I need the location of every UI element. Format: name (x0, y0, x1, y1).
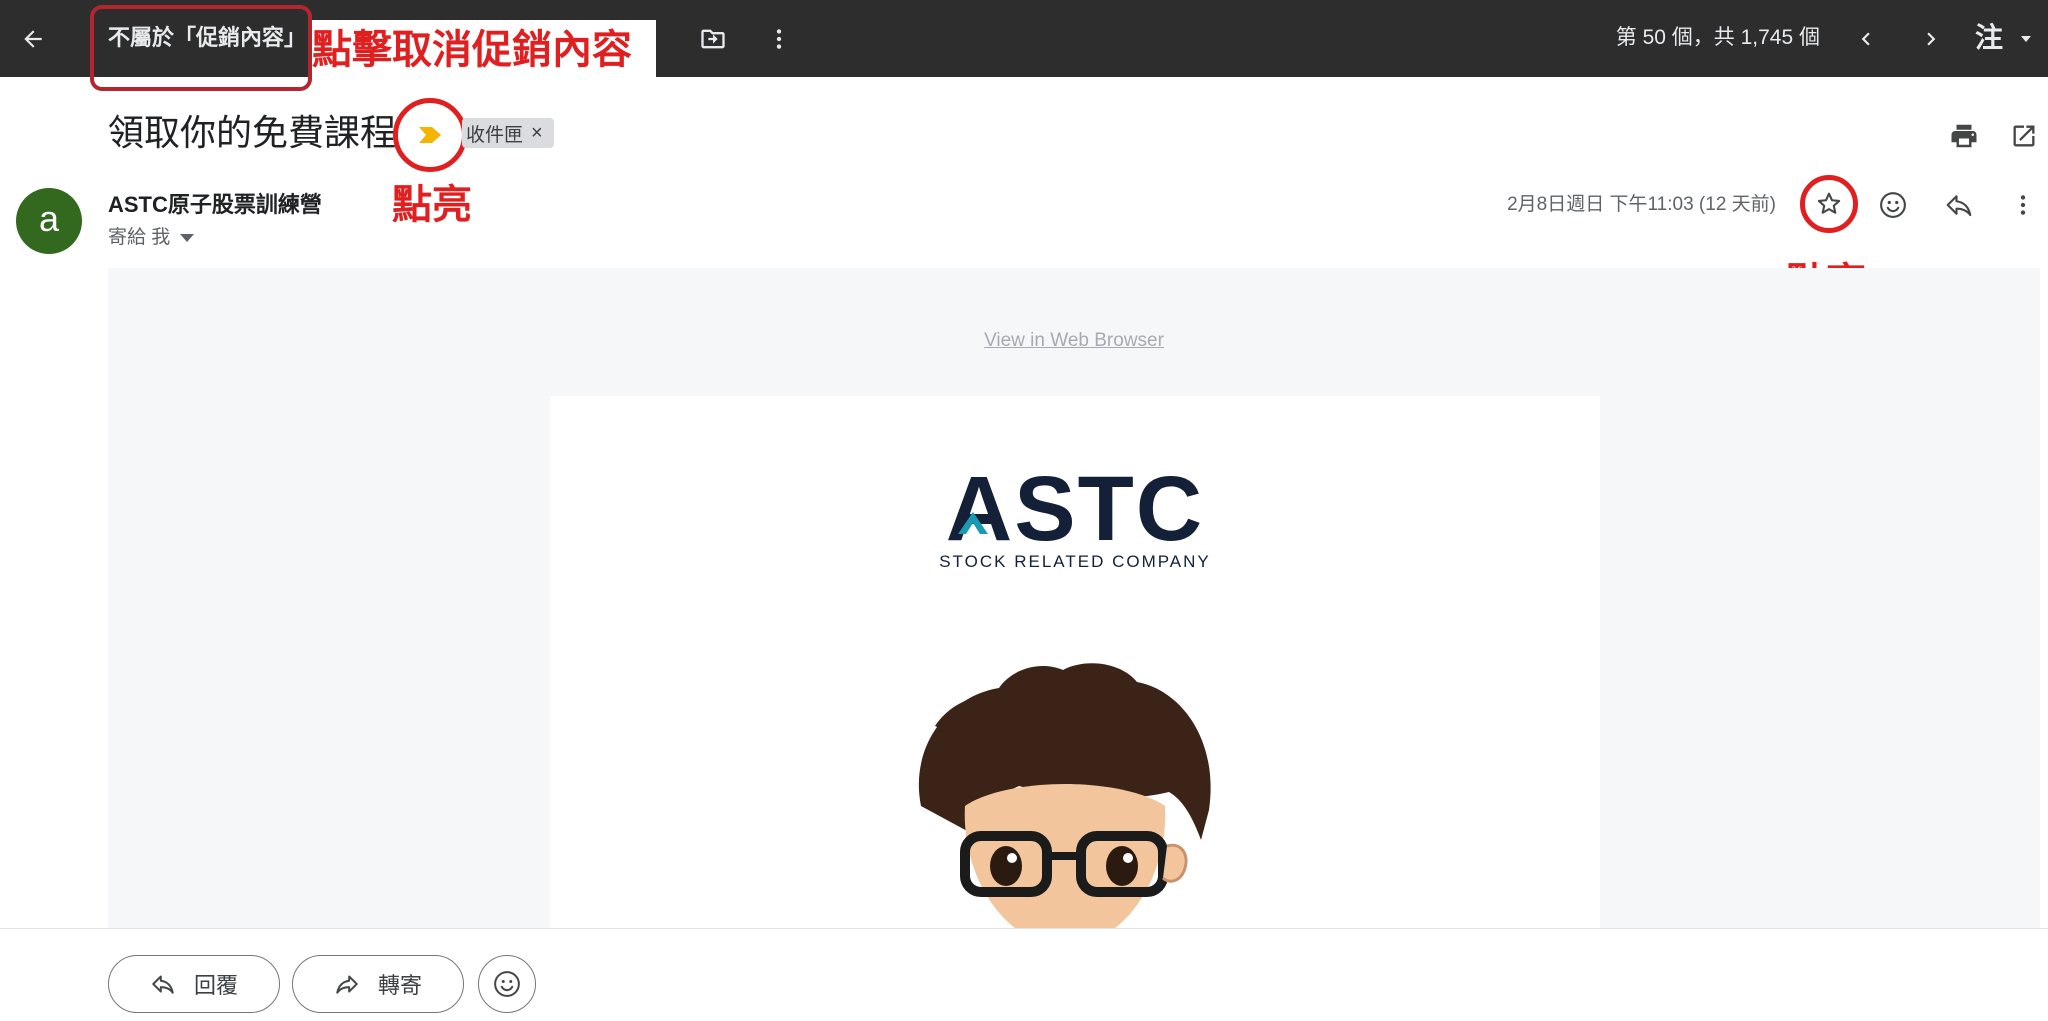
emoji-icon (494, 971, 520, 997)
remove-label-button[interactable]: × (531, 122, 543, 145)
importance-marker-icon (419, 127, 441, 143)
add-reaction-button[interactable] (1872, 184, 1914, 226)
more-options-button[interactable] (758, 18, 800, 60)
bottom-action-bar: 回覆 轉寄 (0, 928, 2048, 1021)
importance-marker-button[interactable] (393, 98, 467, 172)
more-vert-icon (2020, 195, 2026, 215)
annotation-light-importance: 點亮 (392, 183, 472, 227)
back-button[interactable] (12, 18, 54, 60)
older-button[interactable] (1910, 18, 1952, 60)
sender-name[interactable]: ASTC原子股票訓練營 (108, 190, 322, 220)
recipient-text: 寄給 我 (108, 227, 171, 248)
label-chip-text: 收件匣 (466, 124, 524, 146)
move-to-folder-icon (701, 29, 725, 49)
more-vert-icon (776, 29, 782, 49)
astc-logo: ASTC STOCK RELATED COMPANY (920, 463, 1230, 576)
annotation-cancel-promo: 點擊取消促銷內容 (312, 20, 656, 77)
email-date: 2月8日週日 下午11:03 (12 天前) (1507, 194, 1776, 215)
logo-teal-chevron-icon (958, 512, 988, 534)
print-button[interactable] (1944, 116, 1984, 156)
sender-avatar[interactable]: a (16, 188, 82, 254)
open-in-new-icon (2013, 125, 2035, 147)
view-in-browser-link[interactable]: View in Web Browser (108, 330, 2040, 352)
inbox-label-chip: 收件匣 × (462, 118, 554, 148)
reply-icon (1946, 195, 1972, 217)
open-in-new-window-button[interactable] (2004, 116, 2044, 156)
newer-button[interactable] (1845, 18, 1887, 60)
chevron-left-icon (1861, 32, 1870, 46)
more-message-options-button[interactable] (2002, 184, 2044, 226)
reply-icon (152, 975, 174, 994)
email-content-card: ASTC STOCK RELATED COMPANY (550, 396, 1600, 928)
chevron-right-icon (1927, 32, 1936, 46)
recipient-details[interactable]: 寄給 我 (108, 224, 195, 252)
email-body: View in Web Browser ASTC STOCK RELATED C… (108, 268, 2040, 928)
back-arrow-icon (24, 30, 42, 48)
forward-label: 轉寄 (377, 973, 422, 998)
react-emoji-button[interactable] (478, 955, 536, 1013)
emoji-icon (1880, 192, 1906, 218)
input-tools-dropdown[interactable] (2005, 18, 2047, 60)
caret-down-icon (180, 233, 195, 242)
reply-label: 回覆 (193, 973, 238, 998)
mascot-illustration (918, 663, 1211, 928)
logo-tagline: STOCK RELATED COMPANY (939, 552, 1211, 571)
forward-pill-button[interactable]: 轉寄 (292, 955, 464, 1013)
reply-pill-button[interactable]: 回覆 (108, 955, 280, 1013)
star-button[interactable] (1800, 175, 1858, 233)
star-icon (1817, 192, 1841, 214)
not-promotion-label: 不屬於「促銷內容」 (108, 25, 307, 50)
caret-down-icon (2021, 36, 2031, 42)
email-subject: 領取你的免費課程 (108, 113, 397, 153)
top-toolbar: 不屬於「促銷內容」 點擊取消促銷內容 第 50 個，共 1,745 個 注 (0, 0, 2048, 91)
forward-icon (336, 975, 358, 994)
print-icon (1951, 124, 1977, 148)
input-tools-button[interactable]: 注 (1975, 16, 2003, 60)
pagination-text: 第 50 個，共 1,745 個 (1615, 26, 1820, 49)
reply-button[interactable] (1938, 184, 1980, 226)
move-to-button[interactable] (692, 18, 734, 60)
